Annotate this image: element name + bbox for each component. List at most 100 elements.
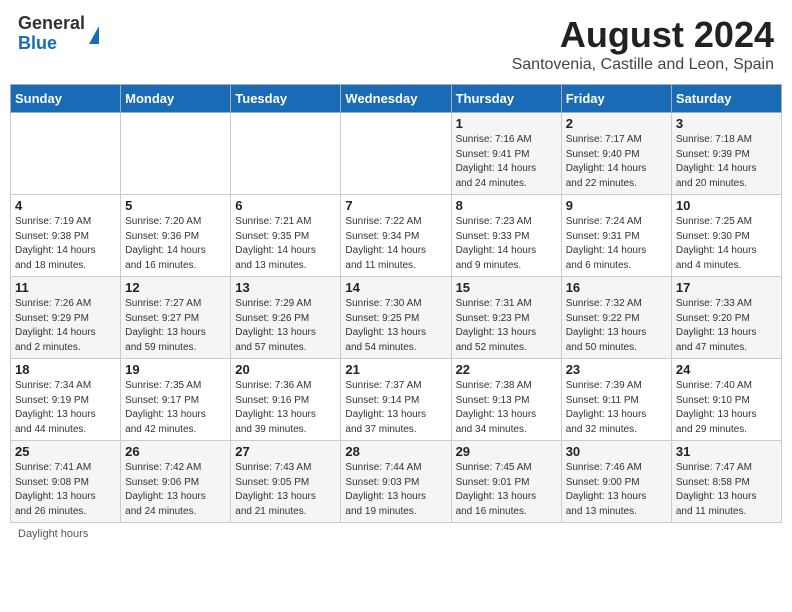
day-number: 15 <box>456 280 557 295</box>
calendar-cell: 6Sunrise: 7:21 AMSunset: 9:35 PMDaylight… <box>231 195 341 277</box>
calendar-header-sunday: Sunday <box>11 85 121 113</box>
day-number: 30 <box>566 444 667 459</box>
calendar-cell: 19 Sunrise: 7:35 AMSunset: 9:17 PMDayligh… <box>121 359 231 441</box>
day-number: 25 <box>15 444 116 459</box>
day-info: Sunrise: 7:26 AMSunset: 9:29 PMDaylight:… <box>15 297 116 355</box>
day-number: 8 <box>456 198 557 213</box>
day-info: Sunrise: 7:19 AMSunset: 9:38 PMDaylight:… <box>15 215 116 273</box>
calendar-cell <box>11 113 121 195</box>
day-info: Sunrise: 7:35 AMSunset: 9:17 PMDaylight:… <box>125 379 226 437</box>
day-info: Sunrise: 7:27 AMSunset: 9:27 PMDaylight:… <box>125 297 226 355</box>
calendar-cell: 24Sunrise: 7:40 AMSunset: 9:10 PMDayligh… <box>671 359 781 441</box>
day-number: 18 <box>15 362 116 377</box>
day-info: Sunrise: 7:16 AMSunset: 9:41 PMDaylight:… <box>456 133 557 191</box>
day-info: Sunrise: 7:44 AMSunset: 9:03 PMDaylight:… <box>345 461 446 519</box>
calendar-cell: 18 Sunrise: 7:34 AMSunset: 9:19 PMDayligh… <box>11 359 121 441</box>
page-header: General Blue August 2024 Santovenia, Cas… <box>10 10 782 78</box>
calendar-cell: 16 Sunrise: 7:32 AMSunset: 9:22 PMDayligh… <box>561 277 671 359</box>
day-info: Sunrise: 7:24 AMSunset: 9:31 PMDaylight:… <box>566 215 667 273</box>
calendar-header-thursday: Thursday <box>451 85 561 113</box>
day-number: 31 <box>676 444 777 459</box>
day-number: 16 <box>566 280 667 295</box>
day-number: 3 <box>676 116 777 131</box>
calendar-header-tuesday: Tuesday <box>231 85 341 113</box>
calendar-cell: 1 Sunrise: 7:16 AMSunset: 9:41 PMDaylight… <box>451 113 561 195</box>
calendar-header-row: SundayMondayTuesdayWednesdayThursdayFrid… <box>11 85 782 113</box>
calendar-header-friday: Friday <box>561 85 671 113</box>
calendar-cell: 2 Sunrise: 7:17 AMSunset: 9:40 PMDaylight… <box>561 113 671 195</box>
calendar-cell: 12 Sunrise: 7:27 AMSunset: 9:27 PMDayligh… <box>121 277 231 359</box>
logo-blue: Blue <box>18 34 85 54</box>
day-info: Sunrise: 7:22 AMSunset: 9:34 PMDaylight:… <box>345 215 446 273</box>
day-info: Sunrise: 7:40 AMSunset: 9:10 PMDaylight:… <box>676 379 777 437</box>
day-number: 21 <box>345 362 446 377</box>
day-number: 22 <box>456 362 557 377</box>
calendar-week-row: 18 Sunrise: 7:34 AMSunset: 9:19 PMDayligh… <box>11 359 782 441</box>
day-info: Sunrise: 7:32 AMSunset: 9:22 PMDaylight:… <box>566 297 667 355</box>
calendar-cell: 9 Sunrise: 7:24 AMSunset: 9:31 PMDaylight… <box>561 195 671 277</box>
day-number: 20 <box>235 362 336 377</box>
day-number: 29 <box>456 444 557 459</box>
day-number: 17 <box>676 280 777 295</box>
day-info: Sunrise: 7:23 AMSunset: 9:33 PMDaylight:… <box>456 215 557 273</box>
day-info: Sunrise: 7:30 AMSunset: 9:25 PMDaylight:… <box>345 297 446 355</box>
calendar-cell: 29Sunrise: 7:45 AMSunset: 9:01 PMDayligh… <box>451 441 561 523</box>
calendar-cell: 13 Sunrise: 7:29 AMSunset: 9:26 PMDayligh… <box>231 277 341 359</box>
day-info: Sunrise: 7:34 AMSunset: 9:19 PMDaylight:… <box>15 379 116 437</box>
day-info: Sunrise: 7:42 AMSunset: 9:06 PMDaylight:… <box>125 461 226 519</box>
day-number: 27 <box>235 444 336 459</box>
day-info: Sunrise: 7:20 AMSunset: 9:36 PMDaylight:… <box>125 215 226 273</box>
day-info: Sunrise: 7:29 AMSunset: 9:26 PMDaylight:… <box>235 297 336 355</box>
main-title: August 2024 <box>512 14 774 56</box>
calendar-cell: 14 Sunrise: 7:30 AMSunset: 9:25 PMDayligh… <box>341 277 451 359</box>
day-info: Sunrise: 7:31 AMSunset: 9:23 PMDaylight:… <box>456 297 557 355</box>
sub-title: Santovenia, Castille and Leon, Spain <box>512 56 774 74</box>
calendar-cell: 31Sunrise: 7:47 AMSunset: 8:58 PMDayligh… <box>671 441 781 523</box>
calendar-cell <box>231 113 341 195</box>
calendar-cell: 3 Sunrise: 7:18 AMSunset: 9:39 PMDaylight… <box>671 113 781 195</box>
calendar-week-row: 1 Sunrise: 7:16 AMSunset: 9:41 PMDaylight… <box>11 113 782 195</box>
footer-note: Daylight hours <box>10 528 782 540</box>
calendar-cell: 27 Sunrise: 7:43 AMSunset: 9:05 PMDayligh… <box>231 441 341 523</box>
logo-triangle-icon <box>89 26 99 44</box>
day-number: 28 <box>345 444 446 459</box>
day-info: Sunrise: 7:33 AMSunset: 9:20 PMDaylight:… <box>676 297 777 355</box>
calendar-cell: 4 Sunrise: 7:19 AMSunset: 9:38 PMDaylight… <box>11 195 121 277</box>
day-info: Sunrise: 7:36 AMSunset: 9:16 PMDaylight:… <box>235 379 336 437</box>
day-info: Sunrise: 7:39 AMSunset: 9:11 PMDaylight:… <box>566 379 667 437</box>
calendar-cell: 11Sunrise: 7:26 AMSunset: 9:29 PMDayligh… <box>11 277 121 359</box>
day-info: Sunrise: 7:38 AMSunset: 9:13 PMDaylight:… <box>456 379 557 437</box>
day-number: 12 <box>125 280 226 295</box>
logo-general: General <box>18 14 85 34</box>
calendar-cell: 25Sunrise: 7:41 AMSunset: 9:08 PMDayligh… <box>11 441 121 523</box>
calendar-cell: 8 Sunrise: 7:23 AMSunset: 9:33 PMDaylight… <box>451 195 561 277</box>
day-number: 13 <box>235 280 336 295</box>
calendar-week-row: 25Sunrise: 7:41 AMSunset: 9:08 PMDayligh… <box>11 441 782 523</box>
day-number: 19 <box>125 362 226 377</box>
calendar-header-wednesday: Wednesday <box>341 85 451 113</box>
day-number: 10 <box>676 198 777 213</box>
day-number: 1 <box>456 116 557 131</box>
day-number: 9 <box>566 198 667 213</box>
day-info: Sunrise: 7:43 AMSunset: 9:05 PMDaylight:… <box>235 461 336 519</box>
day-number: 26 <box>125 444 226 459</box>
day-info: Sunrise: 7:25 AMSunset: 9:30 PMDaylight:… <box>676 215 777 273</box>
day-info: Sunrise: 7:17 AMSunset: 9:40 PMDaylight:… <box>566 133 667 191</box>
day-number: 6 <box>235 198 336 213</box>
day-info: Sunrise: 7:37 AMSunset: 9:14 PMDaylight:… <box>345 379 446 437</box>
calendar-cell: 17 Sunrise: 7:33 AMSunset: 9:20 PMDayligh… <box>671 277 781 359</box>
calendar-cell: 22 Sunrise: 7:38 AMSunset: 9:13 PMDayligh… <box>451 359 561 441</box>
calendar-cell: 20 Sunrise: 7:36 AMSunset: 9:16 PMDayligh… <box>231 359 341 441</box>
calendar-cell: 23 Sunrise: 7:39 AMSunset: 9:11 PMDayligh… <box>561 359 671 441</box>
calendar-cell: 30 Sunrise: 7:46 AMSunset: 9:00 PMDayligh… <box>561 441 671 523</box>
calendar-cell <box>121 113 231 195</box>
day-number: 4 <box>15 198 116 213</box>
day-number: 23 <box>566 362 667 377</box>
day-info: Sunrise: 7:46 AMSunset: 9:00 PMDaylight:… <box>566 461 667 519</box>
day-info: Sunrise: 7:18 AMSunset: 9:39 PMDaylight:… <box>676 133 777 191</box>
day-number: 2 <box>566 116 667 131</box>
calendar-cell: 26 Sunrise: 7:42 AMSunset: 9:06 PMDayligh… <box>121 441 231 523</box>
calendar-table: SundayMondayTuesdayWednesdayThursdayFrid… <box>10 84 782 523</box>
day-number: 14 <box>345 280 446 295</box>
title-block: August 2024 Santovenia, Castille and Leo… <box>512 14 774 74</box>
